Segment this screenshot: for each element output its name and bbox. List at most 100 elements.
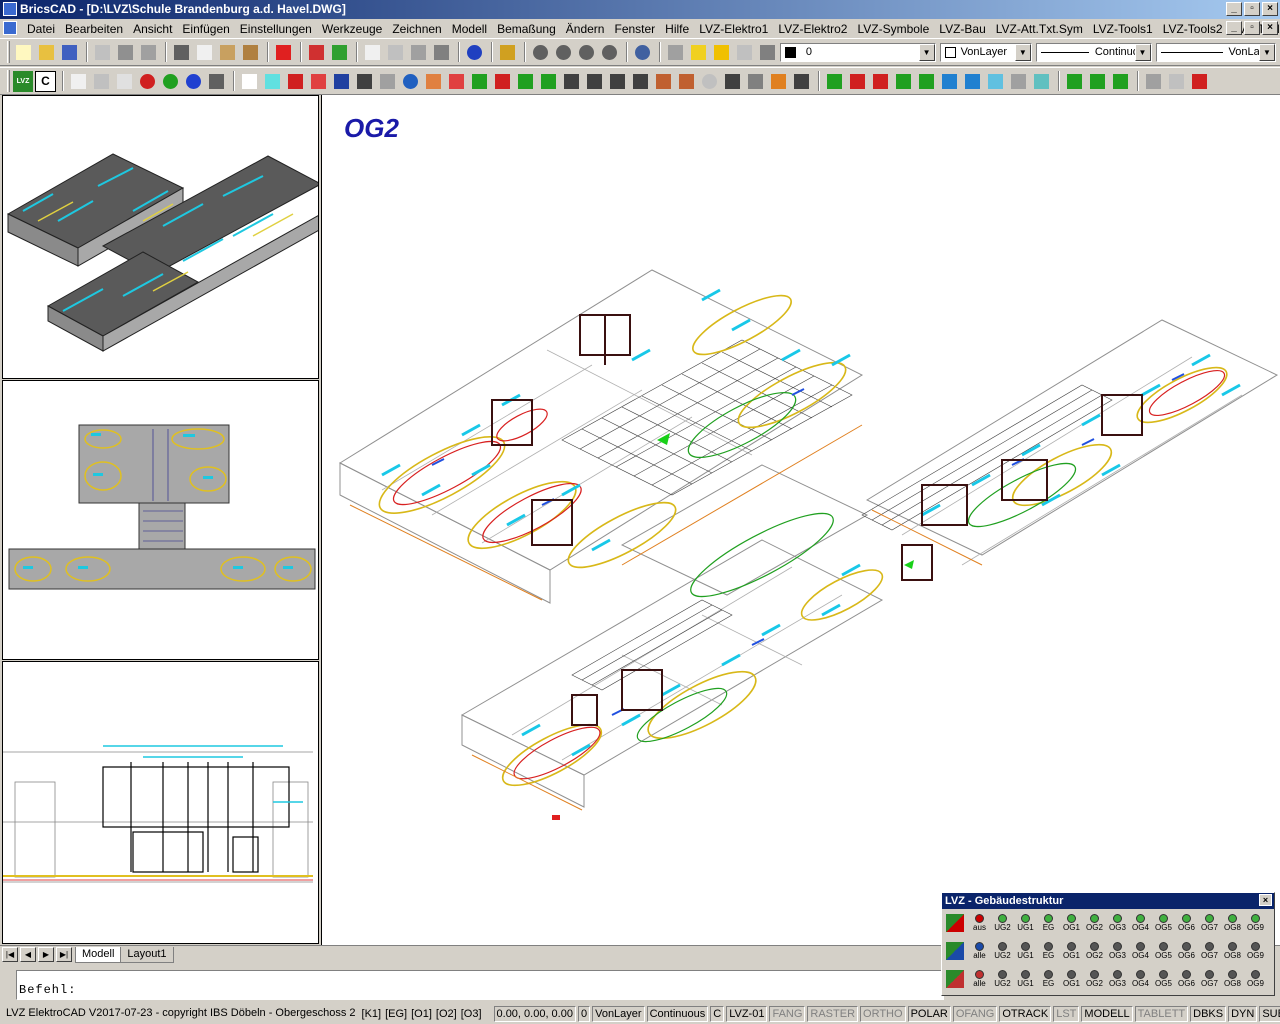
floor-toggle[interactable]: OG6 [1175, 970, 1198, 988]
lvz-field[interactable]: LVZ-01 [726, 1006, 768, 1022]
coordinates-display[interactable]: 0.00, 0.00, 0.00 [493, 1006, 576, 1022]
menu-item[interactable]: Hilfe [660, 20, 694, 38]
menu-item[interactable]: Einstellungen [235, 20, 317, 38]
menu-item[interactable]: LVZ-Symbole [852, 20, 934, 38]
floor-toggle[interactable]: OG1 [1060, 970, 1083, 988]
plot-button[interactable] [138, 42, 159, 63]
floor-toggle[interactable]: OG9 [1244, 914, 1267, 932]
red-toggle-button[interactable] [137, 71, 158, 92]
floor-toggle[interactable]: OG1 [1060, 914, 1083, 932]
floor-toggle[interactable]: OG1 [1060, 942, 1083, 960]
zoom-in-button[interactable] [530, 42, 551, 63]
floor-toggle[interactable]: UG2 [991, 970, 1014, 988]
sheet2-button[interactable] [1166, 71, 1187, 92]
status-toggle[interactable]: OFANG [952, 1006, 998, 1022]
green-tool-button[interactable] [824, 71, 845, 92]
plan-viewport[interactable] [2, 380, 319, 660]
floor-toggle[interactable]: UG1 [1014, 970, 1037, 988]
floor-toggle[interactable]: OG3 [1106, 914, 1129, 932]
print-button[interactable] [115, 42, 136, 63]
exit-button[interactable] [469, 71, 490, 92]
eye-off-icon[interactable] [946, 914, 964, 932]
zoom-extents-button[interactable] [599, 42, 620, 63]
floor-toggle[interactable]: OG3 [1106, 970, 1129, 988]
floor-toggle[interactable]: OG5 [1152, 914, 1175, 932]
maximize-button[interactable]: ▫ [1244, 2, 1260, 16]
command-line[interactable]: Befehl: [16, 970, 944, 1000]
c-field[interactable]: C [710, 1006, 725, 1022]
rect-button[interactable] [239, 71, 260, 92]
oval-button[interactable] [699, 71, 720, 92]
cross2-button[interactable] [1008, 71, 1029, 92]
chevron-down-icon[interactable]: ▼ [1259, 43, 1275, 61]
floor-toggle[interactable]: OG2 [1083, 942, 1106, 960]
doc-restore-button[interactable]: ▫ [1244, 21, 1260, 35]
floor-toggle[interactable]: OG5 [1152, 942, 1175, 960]
doc-minimize-button[interactable]: _ [1226, 21, 1242, 35]
floor-toggle[interactable]: aus [968, 914, 991, 932]
delete-button[interactable] [273, 42, 294, 63]
layer-combo[interactable]: 0 ▼ [779, 42, 936, 62]
orbit-button[interactable] [632, 42, 653, 63]
floor-toggle[interactable]: OG2 [1083, 970, 1106, 988]
slash-button[interactable] [561, 71, 582, 92]
blue-dash-button[interactable] [939, 71, 960, 92]
menu-item[interactable]: Ändern [561, 20, 610, 38]
door-button[interactable] [331, 71, 352, 92]
floor-toggle[interactable]: EG [1037, 970, 1060, 988]
menu-item[interactable]: LVZ-Tools1 [1088, 20, 1158, 38]
close-button[interactable]: × [1262, 2, 1278, 16]
floor-toggle[interactable]: alle [968, 970, 991, 988]
floor-toggle[interactable]: UG2 [991, 914, 1014, 932]
status-toggle[interactable]: TABLETT [1134, 1006, 1189, 1022]
floor-toggle[interactable]: OG8 [1221, 970, 1244, 988]
properties-button[interactable] [362, 42, 383, 63]
menu-item[interactable]: Bemaßung [492, 20, 561, 38]
red-slash-button[interactable] [308, 71, 329, 92]
layer-manager-button[interactable] [665, 42, 686, 63]
elevation-viewport[interactable] [2, 661, 319, 944]
floor-toggle[interactable]: OG7 [1198, 970, 1221, 988]
arrow-up-icon[interactable] [946, 942, 964, 960]
status-toggle[interactable]: SUB [1259, 1006, 1280, 1022]
menu-item[interactable]: Einfügen [177, 20, 234, 38]
help-button[interactable] [464, 42, 485, 63]
bow-button[interactable] [630, 71, 651, 92]
lvz-button[interactable]: LVZ [13, 70, 33, 92]
menu-item[interactable]: Fenster [609, 20, 660, 38]
diamond-button[interactable] [607, 71, 628, 92]
window-button[interactable] [354, 71, 375, 92]
floor-key[interactable]: [O2] [436, 1008, 457, 1020]
pen-button[interactable] [497, 42, 518, 63]
floor-toggle[interactable]: UG1 [1014, 914, 1037, 932]
floor-toggle[interactable]: OG6 [1175, 942, 1198, 960]
status-toggle[interactable]: DBKS [1190, 1006, 1227, 1022]
bolt-button[interactable] [768, 71, 789, 92]
zoom-window-button[interactable] [576, 42, 597, 63]
arrow-green-button[interactable] [1110, 71, 1131, 92]
redo-button[interactable] [329, 42, 350, 63]
floor-toggle[interactable]: OG3 [1106, 942, 1129, 960]
status-toggle[interactable]: RASTER [807, 1006, 859, 1022]
status-toggle[interactable]: ORTHO [860, 1006, 906, 1022]
color-combo[interactable]: VonLayer ▼ [939, 42, 1032, 62]
floor-toggle[interactable]: OG7 [1198, 914, 1221, 932]
prev-tab-icon[interactable]: ◀ [20, 947, 36, 962]
floor-toggle[interactable]: OG9 [1244, 942, 1267, 960]
menu-item[interactable]: LVZ-Tools2 [1158, 20, 1228, 38]
x-box-button[interactable] [653, 71, 674, 92]
floor-toggle[interactable]: UG2 [991, 942, 1014, 960]
chevron-down-icon[interactable]: ▼ [1134, 43, 1151, 61]
floor-toggle[interactable]: OG2 [1083, 914, 1106, 932]
current-linetype[interactable]: Continuous [646, 1006, 709, 1022]
zoom-out-button[interactable] [553, 42, 574, 63]
red-flag-button[interactable] [1189, 71, 1210, 92]
floor-key[interactable]: [O3] [461, 1008, 482, 1020]
menu-item[interactable]: LVZ-Bau [934, 20, 990, 38]
lock-button[interactable] [734, 42, 755, 63]
red-dots-button[interactable] [870, 71, 891, 92]
pencil-green2-button[interactable] [1087, 71, 1108, 92]
paste-button[interactable] [217, 42, 238, 63]
floor-toggle[interactable]: alle [968, 942, 991, 960]
panel-button[interactable] [745, 71, 766, 92]
